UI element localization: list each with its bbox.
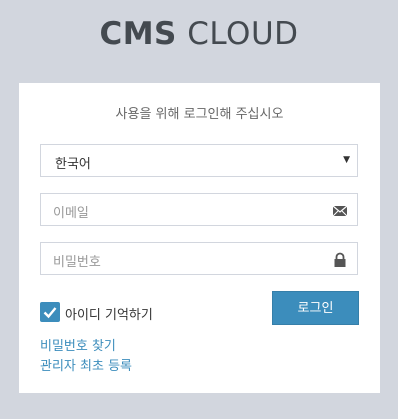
login-card: 사용을 위해 로그인해 주십시오 한국어 ▼ 이메일 비밀번호 아이디 기억하기…	[19, 83, 380, 393]
remember-checkbox[interactable]	[40, 302, 60, 322]
logo-bold-text: CMS	[99, 16, 177, 52]
logo-light-text: CLOUD	[187, 16, 299, 52]
email-placeholder: 이메일	[53, 206, 89, 221]
password-placeholder: 비밀번호	[53, 255, 101, 270]
envelope-icon	[332, 205, 348, 217]
find-password-link[interactable]: 비밀번호 찾기	[40, 335, 116, 354]
email-field[interactable]: 이메일	[40, 193, 358, 226]
password-field[interactable]: 비밀번호	[40, 242, 358, 275]
app-logo: CMS CLOUD	[0, 14, 398, 54]
language-selected-value: 한국어	[55, 157, 91, 172]
login-button[interactable]: 로그인	[272, 291, 359, 325]
first-admin-register-link[interactable]: 관리자 최초 등록	[40, 355, 132, 374]
lock-icon	[334, 252, 346, 267]
check-icon	[43, 307, 57, 319]
login-subtitle: 사용을 위해 로그인해 주십시오	[115, 107, 284, 122]
caret-down-icon: ▼	[343, 155, 350, 165]
language-select[interactable]: 한국어 ▼	[40, 144, 358, 177]
remember-label: 아이디 기억하기	[65, 308, 153, 323]
